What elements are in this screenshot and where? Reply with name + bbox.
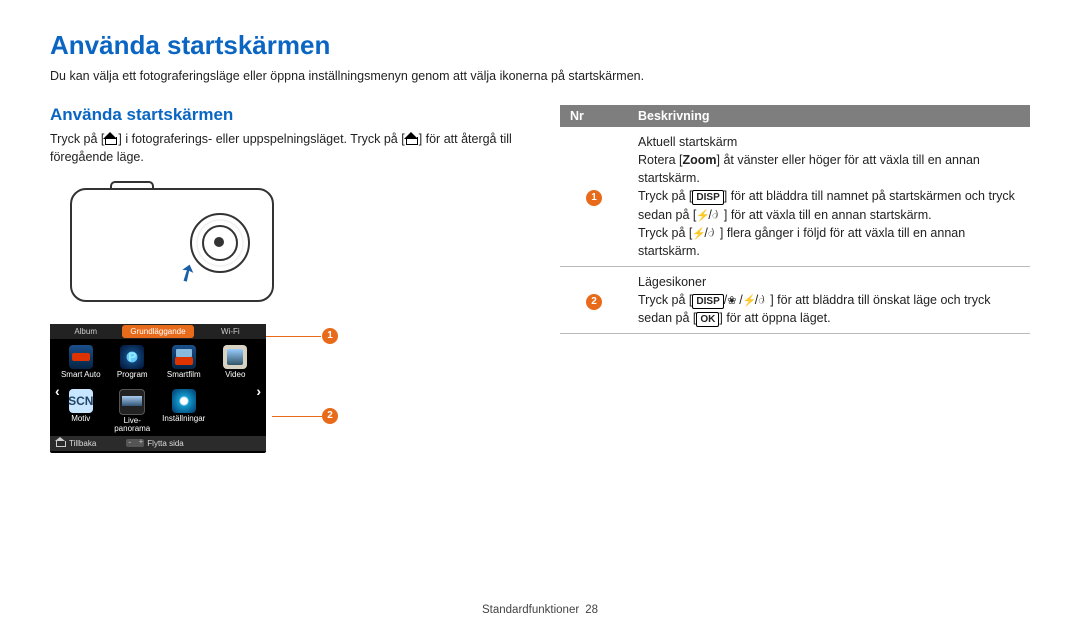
home-icon (405, 133, 419, 145)
mode-label: Inställningar (162, 415, 205, 423)
mode-smartfilm[interactable]: Smartfilm (159, 345, 209, 385)
chevron-left-icon[interactable]: ‹ (52, 383, 63, 399)
col-desc: Beskrivning (628, 105, 1030, 127)
mode-label: Smartfilm (167, 371, 201, 379)
timer-icon (712, 208, 724, 220)
settings-icon (172, 389, 196, 413)
program-icon: P (120, 345, 144, 369)
mode-label: Live-panorama (108, 417, 158, 434)
home-icon (56, 439, 66, 447)
macro-icon (727, 293, 739, 305)
mode-settings[interactable]: Inställningar (159, 389, 209, 434)
scene-icon: SCN (69, 389, 93, 413)
callout-2: 2 (322, 408, 338, 424)
page-title: Använda startskärmen (50, 30, 1030, 61)
panorama-icon (119, 389, 145, 415)
flash-icon (743, 293, 755, 305)
callout-line (272, 416, 322, 417)
mode-smart-auto[interactable]: Smart Auto (56, 345, 106, 385)
row-badge-2: 2 (586, 294, 602, 310)
tab-album[interactable]: Album (50, 324, 121, 339)
timer-icon (708, 226, 720, 238)
smartfilm-icon (172, 345, 196, 369)
bottom-bar: Tillbaka Flytta sida (50, 436, 266, 451)
home-screen-mock: Album Grundläggande Wi-Fi ‹ › Smart Auto… (50, 324, 266, 453)
home-icon (104, 133, 118, 145)
col-nr: Nr (560, 105, 628, 127)
section-title: Använda startskärmen (50, 105, 520, 125)
mode-live-panorama[interactable]: Live-panorama (108, 389, 158, 434)
timer-icon (758, 293, 770, 305)
video-icon (223, 345, 247, 369)
table-row: 2 Lägesikoner Tryck på [DISP///] för att… (560, 266, 1030, 333)
chevron-right-icon[interactable]: › (253, 383, 264, 399)
page-footer: Standardfunktioner28 (0, 604, 1080, 616)
disp-button-label: DISP (692, 294, 723, 309)
instruction-text: Tryck på [] i fotograferings- eller upps… (50, 131, 520, 166)
disp-button-label: DISP (692, 190, 723, 205)
flash-icon (696, 208, 708, 220)
description-table: Nr Beskrivning 1 Aktuell startskärm Rote… (560, 105, 1030, 334)
mode-video[interactable]: Video (211, 345, 261, 385)
smart-auto-icon (69, 345, 93, 369)
table-row: 1 Aktuell startskärm Rotera [Zoom] åt vä… (560, 127, 1030, 266)
zoom-rocker-icon (126, 439, 144, 447)
back-hint: Tillbaka (56, 439, 96, 448)
mode-motiv[interactable]: SCN Motiv (56, 389, 106, 434)
camera-diagram: ➚ (50, 178, 290, 308)
tab-wifi[interactable]: Wi-Fi (195, 324, 266, 339)
tab-basic[interactable]: Grundläggande (122, 325, 193, 338)
mode-label: Motiv (71, 415, 90, 423)
mode-label: Program (117, 371, 148, 379)
intro-text: Du kan välja ett fotograferingsläge elle… (50, 69, 1030, 83)
mode-program[interactable]: P Program (108, 345, 158, 385)
ok-button-label: OK (696, 312, 719, 327)
row-badge-1: 1 (586, 190, 602, 206)
move-page-hint: Flytta sida (126, 439, 183, 448)
callout-1: 1 (322, 328, 338, 344)
callout-line (266, 336, 321, 337)
mode-label: Smart Auto (61, 371, 101, 379)
flash-icon (692, 226, 704, 238)
tab-bar: Album Grundläggande Wi-Fi (50, 324, 266, 339)
mode-label: Video (225, 371, 245, 379)
